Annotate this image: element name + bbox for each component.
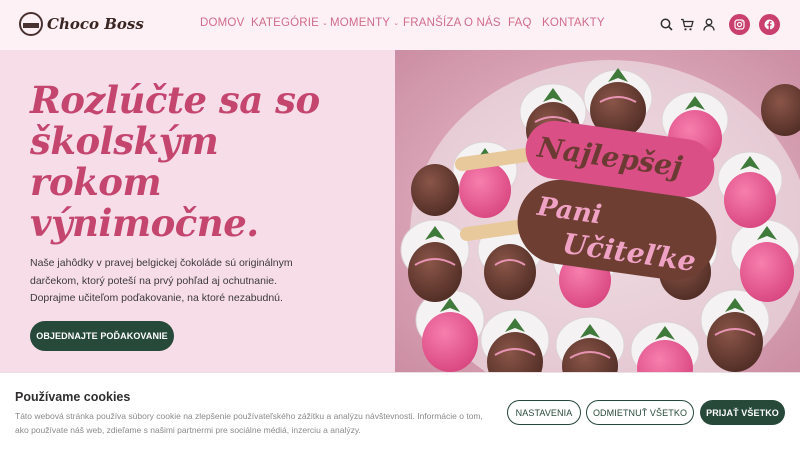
nav-item-momenty[interactable]: MOMENTY ⌄ <box>330 17 399 29</box>
logo[interactable]: Choco Boss <box>19 12 144 36</box>
cookie-reject-button[interactable]: ODMIETNUŤ VŠETKO <box>586 400 694 425</box>
hero-title: Rozlúčte sa so školským rokom výnimočne. <box>30 78 320 245</box>
cookie-description: Táto webová stránka používa súbory cooki… <box>15 411 483 435</box>
logo-emblem-icon <box>19 12 43 36</box>
chocolate-strawberries-illustration: Najlepšej Pani Učiteľke <box>395 50 800 372</box>
facebook-icon[interactable] <box>759 14 780 35</box>
chevron-down-icon: ⌄ <box>322 20 329 27</box>
search-icon[interactable] <box>659 17 673 31</box>
brand-name: Choco Boss <box>47 15 144 33</box>
instagram-icon[interactable] <box>729 14 750 35</box>
cookie-settings-button[interactable]: NASTAVENIA <box>507 400 581 425</box>
cookie-title: Používame cookies <box>15 390 131 404</box>
nav-item-fransiza[interactable]: FRANŠÍZA <box>403 17 461 29</box>
cart-icon[interactable] <box>680 17 694 31</box>
cookie-accept-button[interactable]: PRIJAŤ VŠETKO <box>700 400 785 425</box>
site-header: Choco Boss DOMOV KATEGÓRIE ⌄ MOMENTY ⌄ FRA… <box>0 0 800 50</box>
account-icon[interactable] <box>702 17 716 31</box>
cookie-banner: Používame cookies Táto webová stránka po… <box>0 372 800 450</box>
hero-image: Najlepšej Pani Učiteľke <box>395 50 800 372</box>
nav-item-domov[interactable]: DOMOV <box>200 17 244 29</box>
nav-item-o-nas[interactable]: O NÁS <box>464 17 501 29</box>
nav-item-faq[interactable]: FAQ <box>508 17 532 29</box>
hero-description: Naše jahôdky v pravej belgickej čokoláde… <box>30 257 293 304</box>
nav-item-kategorie[interactable]: KATEGÓRIE ⌄ <box>251 17 328 29</box>
chevron-down-icon: ⌄ <box>393 20 400 27</box>
nav-item-kontakty[interactable]: KONTAKTY <box>542 17 605 29</box>
order-thanks-button[interactable]: OBJEDNAJTE POĎAKOVANIE <box>30 321 174 351</box>
